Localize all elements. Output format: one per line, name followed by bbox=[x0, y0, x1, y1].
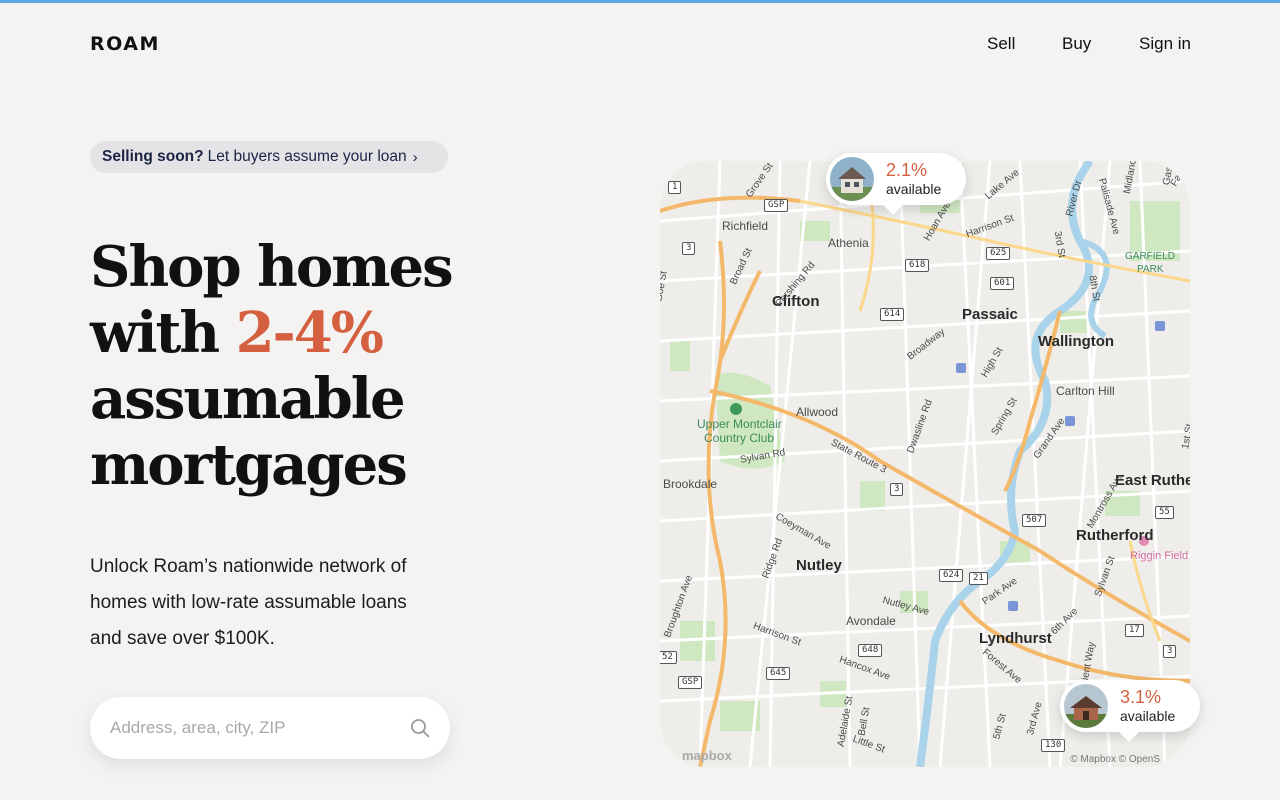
headline-line-4: mortgages bbox=[90, 432, 408, 498]
route-shield: 625 bbox=[986, 247, 1011, 260]
map-park-label: GARFIELD bbox=[1125, 251, 1176, 262]
map-park-label: Upper Montclair bbox=[697, 417, 782, 431]
map-city-label: Lyndhurst bbox=[979, 630, 1052, 647]
map-park-label: Country Club bbox=[704, 431, 775, 445]
listing-rate: 2.1% bbox=[886, 160, 928, 180]
map-city-label: Nutley bbox=[796, 557, 842, 574]
nav-sign-in-link[interactable]: Sign in bbox=[1139, 34, 1191, 54]
headline-line-1: Shop homes bbox=[90, 234, 454, 300]
route-shield: 55 bbox=[1155, 506, 1174, 519]
route-shield: 130 bbox=[1041, 739, 1066, 752]
house-thumbnail bbox=[830, 157, 874, 201]
hero-headline: Shop homes with 2-4% assumable mortgages bbox=[90, 234, 510, 498]
route-shield: 624 bbox=[939, 569, 964, 582]
map-park-label: PARK bbox=[1137, 264, 1164, 275]
listing-rate: 3.1% bbox=[1120, 687, 1162, 707]
route-shield: 52 bbox=[660, 651, 677, 664]
hero-subtitle: Unlock Roam’s nationwide network of home… bbox=[90, 556, 407, 649]
map-city-label: East Rutherf bbox=[1115, 472, 1190, 489]
nav-buy-link[interactable]: Buy bbox=[1062, 34, 1091, 54]
banner-bold-text: Selling soon? bbox=[102, 148, 204, 165]
route-shield: GSP bbox=[678, 676, 703, 689]
route-shield: GSP bbox=[764, 199, 789, 212]
route-shield: 17 bbox=[1125, 624, 1144, 637]
headline-line-2-prefix: with bbox=[90, 300, 220, 366]
route-shield: 618 bbox=[905, 259, 930, 272]
route-shield: 1 bbox=[668, 181, 682, 194]
route-shield: 507 bbox=[1022, 514, 1047, 527]
chevron-right-icon: › bbox=[412, 148, 418, 166]
map-place-label: Carlton Hill bbox=[1056, 384, 1115, 398]
map-attribution[interactable]: © Mapbox © OpenS bbox=[1070, 754, 1160, 765]
map-place-label: Richfield bbox=[722, 219, 769, 233]
map-place-label: Allwood bbox=[796, 405, 839, 419]
map-city-label: Wallington bbox=[1038, 333, 1115, 350]
route-shield: 614 bbox=[880, 308, 905, 321]
listing-availability: available bbox=[886, 181, 942, 197]
route-shield: 648 bbox=[858, 644, 883, 657]
house-thumbnail bbox=[1064, 684, 1108, 728]
banner-text: Let buyers assume your loan bbox=[207, 148, 407, 165]
map-city-label: Passaic bbox=[962, 306, 1018, 323]
map-place-label: Avondale bbox=[846, 614, 896, 628]
selling-soon-banner[interactable]: Selling soon? Let buyers assume your loa… bbox=[90, 141, 448, 173]
nav-sell-link[interactable]: Sell bbox=[987, 34, 1015, 54]
map-place-label: Brookdale bbox=[663, 477, 718, 491]
search-bar[interactable] bbox=[90, 697, 450, 759]
route-shield: 21 bbox=[969, 572, 988, 585]
route-shield: 601 bbox=[990, 277, 1015, 290]
map-field-label: Riggin Field bbox=[1130, 550, 1189, 562]
route-shield: 3 bbox=[890, 483, 904, 496]
top-accent-bar bbox=[0, 0, 1280, 3]
route-shield: 3 bbox=[682, 242, 696, 255]
headline-line-3: assumable bbox=[90, 366, 406, 432]
route-shield: 645 bbox=[766, 667, 791, 680]
map-city-label: Rutherford bbox=[1076, 527, 1154, 544]
search-input[interactable] bbox=[110, 718, 410, 738]
golf-course-marker bbox=[730, 403, 742, 415]
mapbox-logo[interactable]: mapbox bbox=[682, 748, 732, 763]
route-shield: 3 bbox=[1163, 645, 1177, 658]
map-place-label: Athenia bbox=[828, 236, 869, 250]
map-canvas bbox=[660, 161, 1190, 767]
map-view[interactable]: Clifton Passaic Wallington Nutley Lyndhu… bbox=[660, 161, 1190, 767]
listing-rate-marker[interactable]: 3.1% available bbox=[1060, 680, 1200, 742]
headline-rate-accent: 2-4% bbox=[235, 300, 384, 366]
roam-logo[interactable]: ROAM bbox=[90, 33, 160, 55]
search-icon[interactable] bbox=[410, 718, 430, 738]
listing-rate-marker[interactable]: 2.1% available bbox=[826, 153, 966, 215]
